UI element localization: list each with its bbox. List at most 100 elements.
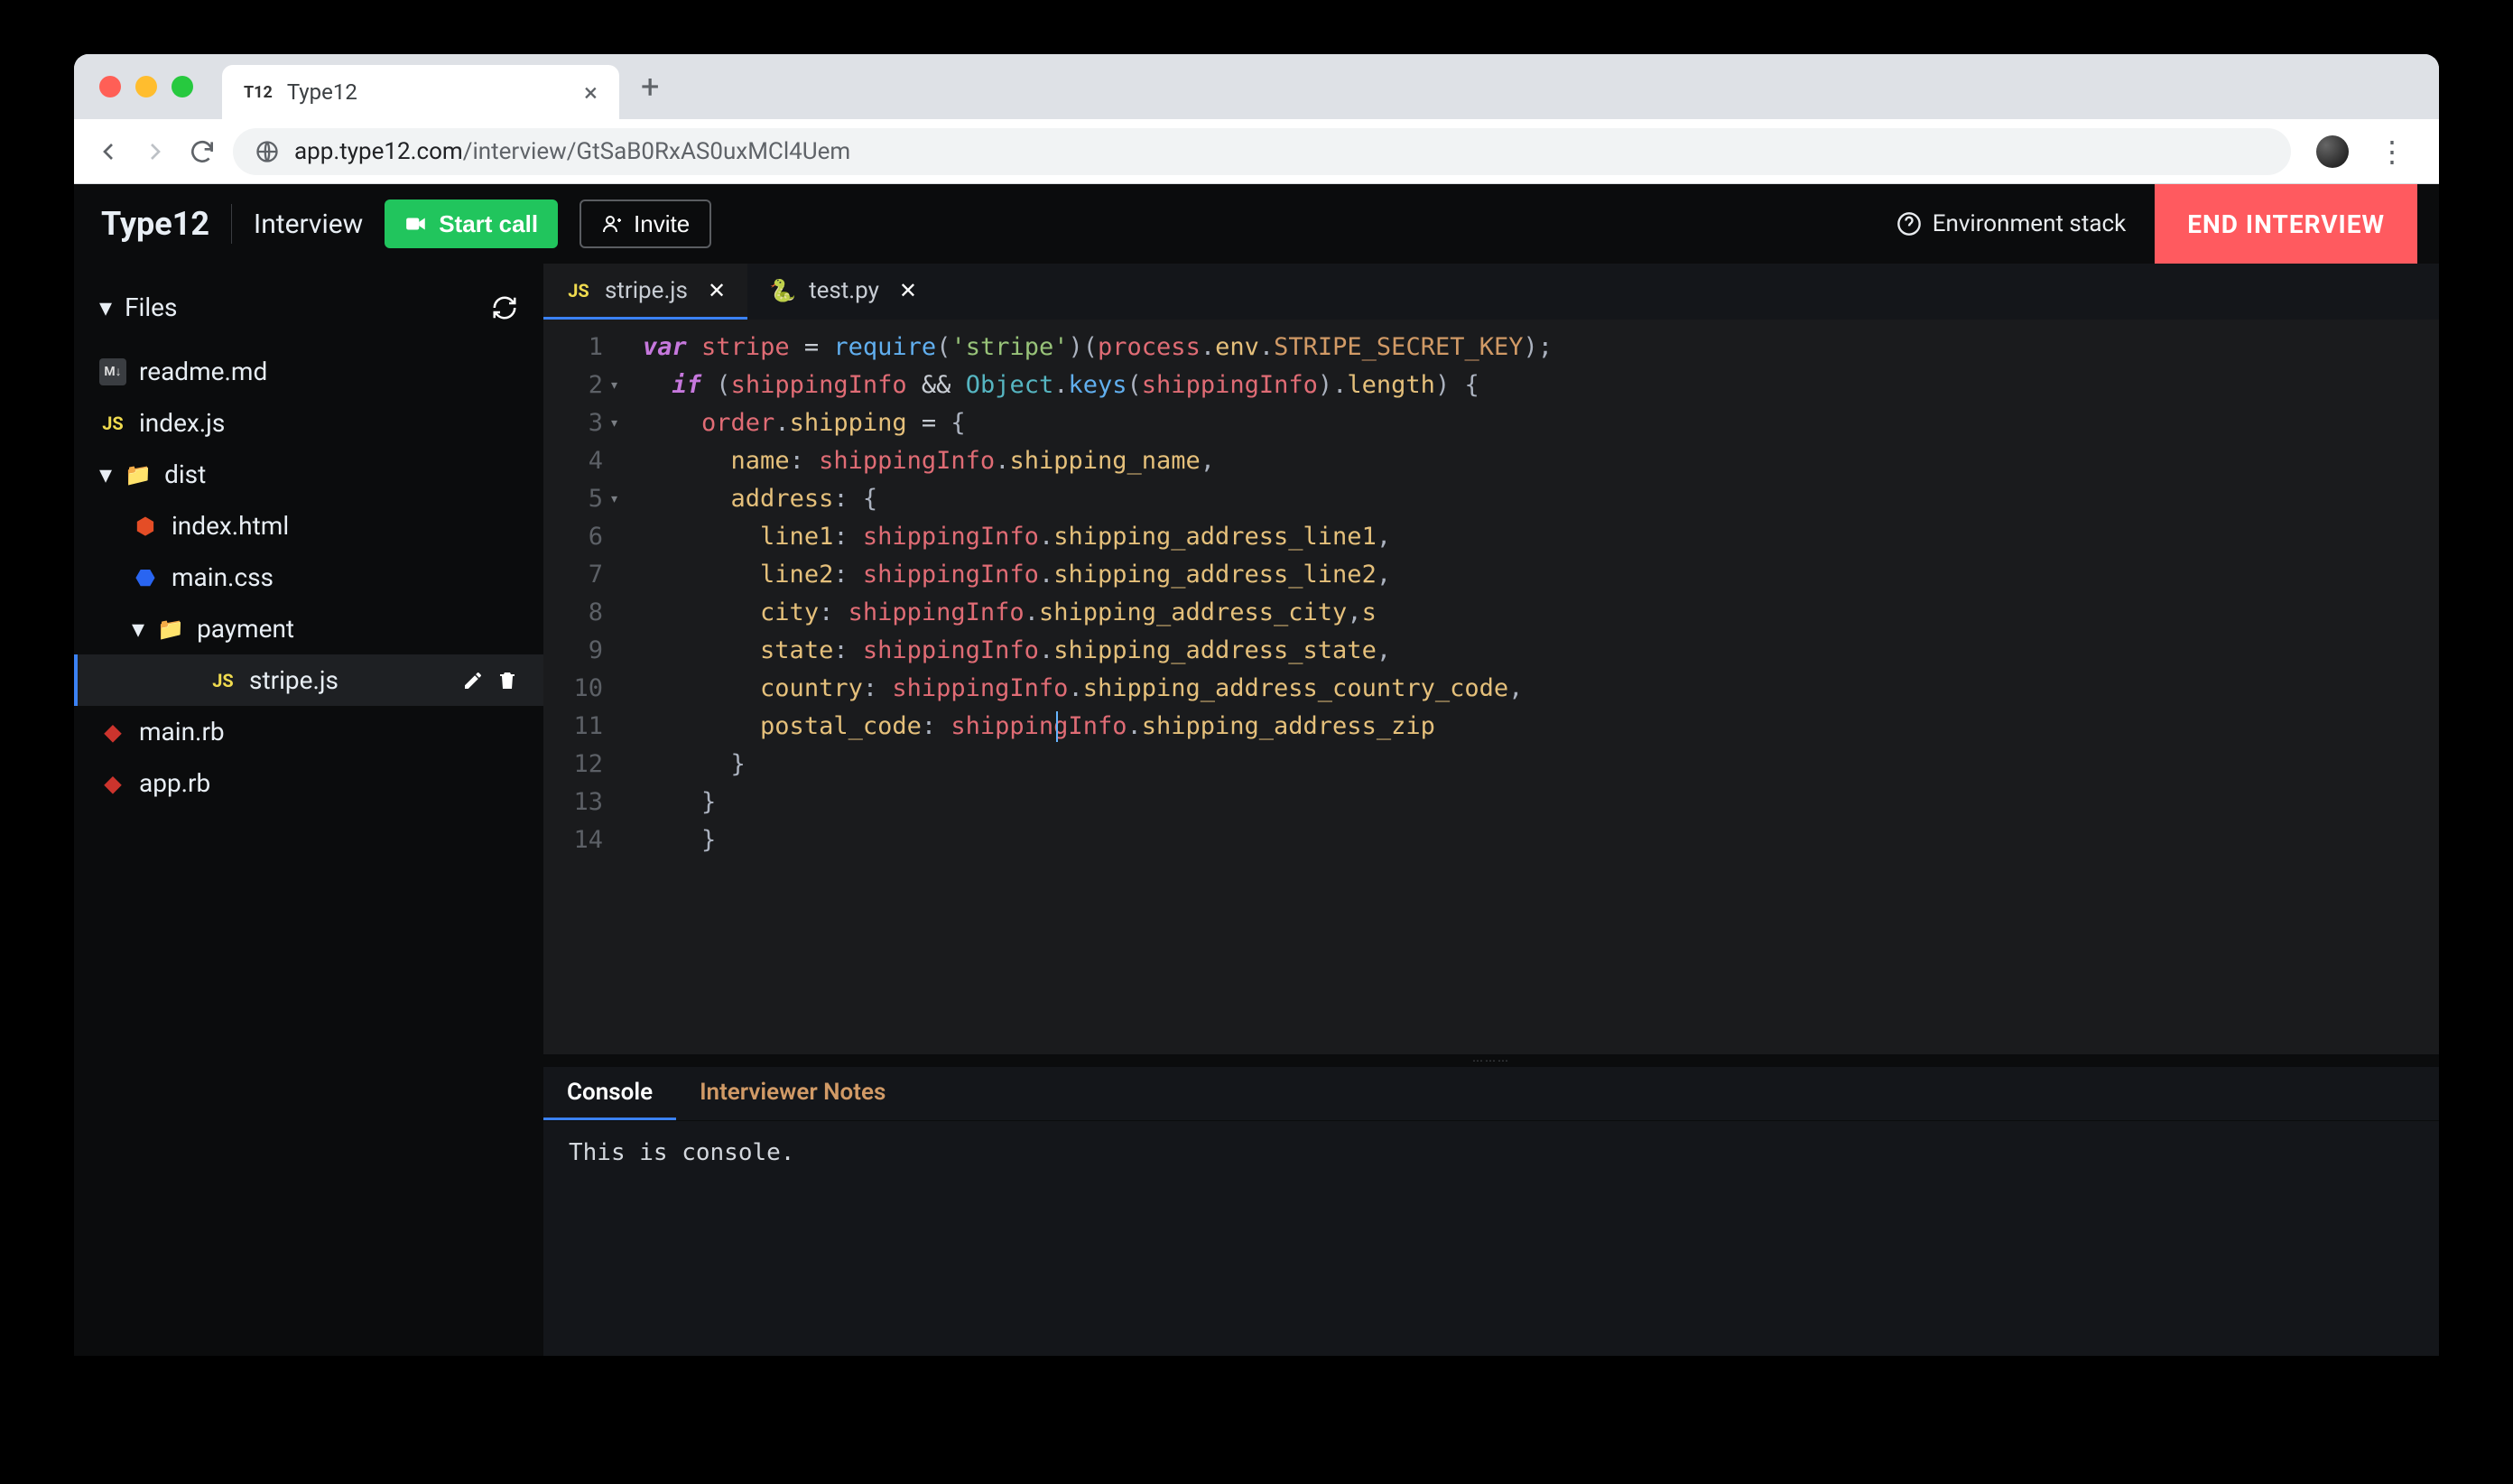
browser-window: T12 Type12 × + app.type12.com/interview/… bbox=[74, 54, 2439, 1356]
file-tree-item[interactable]: ◆main.rb bbox=[74, 706, 543, 757]
page-title: Interview bbox=[254, 209, 363, 240]
end-interview-button[interactable]: END INTERVIEW bbox=[2155, 184, 2417, 264]
file-name: index.html bbox=[172, 511, 289, 541]
close-icon[interactable]: ✕ bbox=[708, 278, 726, 303]
app-root: Type12 Interview Start call Invite Envir… bbox=[74, 184, 2439, 1356]
code-line: } bbox=[643, 821, 2439, 859]
close-icon[interactable]: ✕ bbox=[899, 278, 917, 303]
profile-avatar[interactable] bbox=[2316, 135, 2349, 168]
user-plus-icon bbox=[601, 213, 623, 235]
line-number: 3 bbox=[543, 404, 603, 442]
line-number: 12 bbox=[543, 746, 603, 784]
editor-tab-label: stripe.js bbox=[605, 277, 688, 304]
refresh-icon[interactable] bbox=[491, 294, 518, 321]
text-cursor bbox=[1056, 711, 1058, 742]
window-controls bbox=[99, 76, 193, 97]
line-number: 2 bbox=[543, 366, 603, 404]
file-name: main.rb bbox=[139, 717, 225, 747]
url-path: /interview/GtSaB0RxAS0uxMCl4Uem bbox=[463, 138, 850, 165]
minimize-window-button[interactable] bbox=[135, 76, 157, 97]
globe-icon bbox=[255, 139, 280, 164]
file-name: app.rb bbox=[139, 768, 210, 798]
chevron-down-icon: ▾ bbox=[132, 614, 144, 644]
code-line: state: shippingInfo.shipping_address_sta… bbox=[643, 632, 2439, 670]
code-line: line2: shippingInfo.shipping_address_lin… bbox=[643, 556, 2439, 594]
url-input[interactable]: app.type12.com/interview/GtSaB0RxAS0uxMC… bbox=[233, 128, 2291, 175]
line-gutter: 1234567891011121314 bbox=[543, 329, 616, 1054]
file-tree-item[interactable]: M↓readme.md bbox=[74, 346, 543, 397]
code-line: order.shipping = { bbox=[643, 404, 2439, 442]
url-host: app.type12.com bbox=[294, 138, 463, 165]
console-output: This is console. bbox=[543, 1121, 2439, 1356]
delete-icon[interactable] bbox=[496, 670, 518, 691]
file-name: readme.md bbox=[139, 357, 267, 386]
workspace: ▾ Files M↓readme.mdJSindex.js▾ 📁dist⬢ind… bbox=[74, 264, 2439, 1356]
bottom-tabs: ConsoleInterviewer Notes bbox=[543, 1067, 2439, 1121]
editor-area: JSstripe.js✕🐍test.py✕ 123456789101112131… bbox=[543, 264, 2439, 1356]
bottom-tab[interactable]: Console bbox=[543, 1067, 676, 1120]
edit-icon[interactable] bbox=[462, 670, 484, 691]
editor-tab[interactable]: 🐍test.py✕ bbox=[747, 264, 939, 320]
file-tree-item[interactable]: ⬢index.html bbox=[74, 500, 543, 552]
code-line: name: shippingInfo.shipping_name, bbox=[643, 442, 2439, 480]
back-button[interactable] bbox=[92, 135, 125, 168]
browser-tab[interactable]: T12 Type12 × bbox=[222, 65, 619, 119]
file-name: main.css bbox=[172, 562, 274, 592]
line-number: 7 bbox=[543, 556, 603, 594]
line-number: 13 bbox=[543, 784, 603, 821]
file-tree-item[interactable]: ▾ 📁payment bbox=[74, 603, 543, 654]
line-number: 5 bbox=[543, 480, 603, 518]
start-call-button[interactable]: Start call bbox=[385, 199, 558, 248]
forward-button[interactable] bbox=[139, 135, 172, 168]
close-tab-icon[interactable]: × bbox=[584, 78, 598, 107]
chevron-down-icon: ▾ bbox=[99, 292, 112, 322]
line-number: 9 bbox=[543, 632, 603, 670]
bottom-tab[interactable]: Interviewer Notes bbox=[676, 1067, 909, 1120]
video-icon bbox=[404, 212, 428, 236]
code-line: line1: shippingInfo.shipping_address_lin… bbox=[643, 518, 2439, 556]
line-number: 6 bbox=[543, 518, 603, 556]
file-name: stripe.js bbox=[249, 665, 338, 695]
editor-tab[interactable]: JSstripe.js✕ bbox=[543, 264, 747, 320]
code-line: var stripe = require('stripe')(process.e… bbox=[643, 329, 2439, 366]
app-header: Type12 Interview Start call Invite Envir… bbox=[74, 184, 2439, 264]
panel-resize-handle[interactable]: ⋯⋯⋯ bbox=[543, 1054, 2439, 1067]
editor-tab-label: test.py bbox=[809, 277, 879, 304]
file-name: dist bbox=[164, 459, 206, 489]
code-content[interactable]: var stripe = require('stripe')(process.e… bbox=[616, 329, 2439, 1054]
chevron-down-icon: ▾ bbox=[99, 459, 112, 489]
line-number: 10 bbox=[543, 670, 603, 708]
code-line: } bbox=[643, 784, 2439, 821]
file-tree-item[interactable]: JSstripe.js bbox=[74, 654, 543, 706]
file-tree-item[interactable]: ▾ 📁dist bbox=[74, 449, 543, 500]
help-icon bbox=[1896, 211, 1922, 237]
file-name: payment bbox=[197, 614, 294, 644]
environment-stack-label: Environment stack bbox=[1933, 210, 2127, 237]
files-header[interactable]: ▾ Files bbox=[74, 282, 543, 333]
invite-label: Invite bbox=[634, 210, 690, 238]
file-sidebar: ▾ Files M↓readme.mdJSindex.js▾ 📁dist⬢ind… bbox=[74, 264, 543, 1356]
file-tree-item[interactable]: ⬣main.css bbox=[74, 552, 543, 603]
invite-button[interactable]: Invite bbox=[580, 199, 711, 248]
code-line: country: shippingInfo.shipping_address_c… bbox=[643, 670, 2439, 708]
code-editor[interactable]: 1234567891011121314 var stripe = require… bbox=[543, 320, 2439, 1054]
chrome-tab-strip: T12 Type12 × + bbox=[74, 54, 2439, 119]
start-call-label: Start call bbox=[439, 210, 538, 238]
close-window-button[interactable] bbox=[99, 76, 121, 97]
file-tree-item[interactable]: ◆app.rb bbox=[74, 757, 543, 809]
logo: Type12 bbox=[101, 205, 209, 243]
environment-stack-button[interactable]: Environment stack bbox=[1896, 210, 2127, 237]
file-tree-item[interactable]: JSindex.js bbox=[74, 397, 543, 449]
reload-button[interactable] bbox=[186, 135, 218, 168]
file-tree: M↓readme.mdJSindex.js▾ 📁dist⬢index.html⬣… bbox=[74, 333, 543, 821]
file-name: index.js bbox=[139, 408, 225, 438]
tab-favicon: T12 bbox=[244, 83, 273, 102]
editor-tabs: JSstripe.js✕🐍test.py✕ bbox=[543, 264, 2439, 320]
browser-menu-button[interactable]: ⋮ bbox=[2378, 134, 2406, 169]
maximize-window-button[interactable] bbox=[172, 76, 193, 97]
tab-title: Type12 bbox=[287, 79, 357, 105]
code-line: postal_code: shippingInfo.shipping_addre… bbox=[643, 708, 2439, 746]
line-number: 4 bbox=[543, 442, 603, 480]
new-tab-button[interactable]: + bbox=[641, 68, 659, 106]
line-number: 1 bbox=[543, 329, 603, 366]
